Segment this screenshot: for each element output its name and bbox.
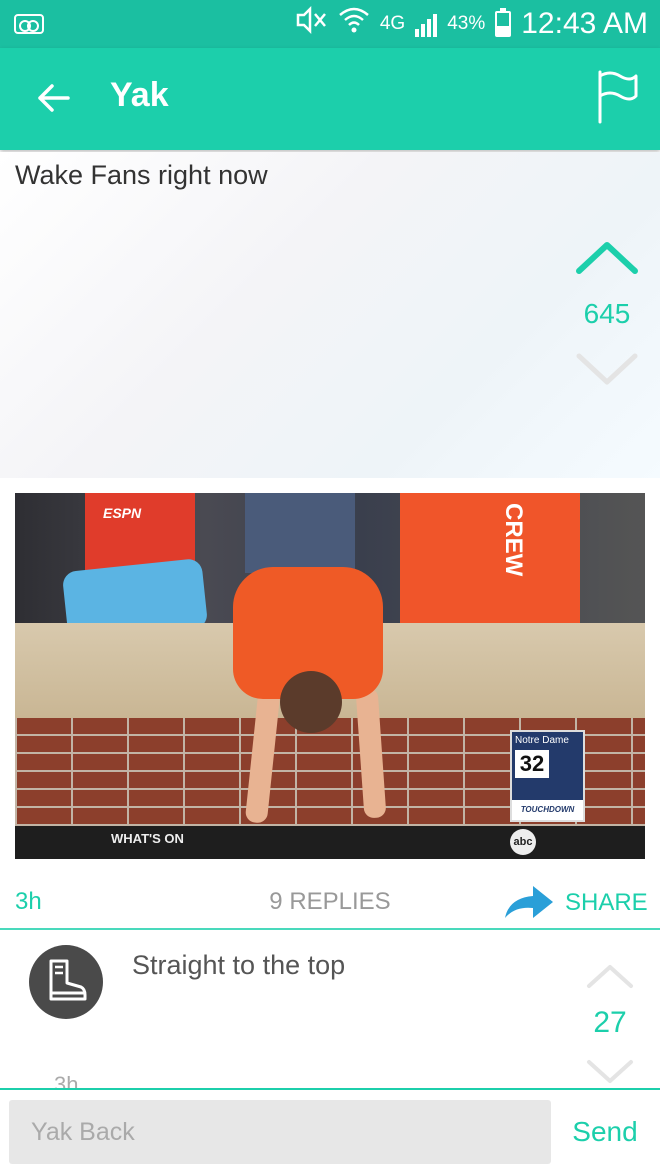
reply-time: 3h [54,1072,79,1088]
share-button[interactable]: SHARE [565,889,648,917]
flag-icon[interactable] [596,70,640,124]
upvote-icon[interactable] [575,237,639,277]
scorebox: Notre Dame 32 TOUCHDOWN [510,730,585,822]
mute-icon [294,5,328,43]
wifi-icon [338,5,370,43]
page-title: Yak [110,76,169,114]
scorebox-label: TOUCHDOWN [512,800,583,820]
reply-vote-count: 27 [593,1006,627,1039]
battery-charging-icon [495,8,512,37]
abc-logo: abc [510,829,536,855]
voicemail-icon [14,14,44,34]
yak-back-input[interactable] [9,1100,551,1164]
network-type: 4G [379,13,406,34]
send-button[interactable]: Send [560,1100,650,1164]
status-icons: 4G 43% 12:43 AM [294,5,648,43]
crew-shirt-text: CREW [500,503,527,577]
whats-on-label: WHAT'S ON [111,831,184,846]
downvote-icon[interactable] [586,1058,634,1086]
image-fan [400,493,580,628]
divider [0,928,660,930]
app-bar: Yak [0,48,660,150]
post-image[interactable]: ESPN CREW Notre Dame 32 TOUCHDOWN WHAT'S… [15,493,645,859]
clock: 12:43 AM [521,7,648,40]
share-icon[interactable] [503,884,555,920]
battery-percent: 43% [447,13,486,34]
post-time: 3h [15,888,42,915]
espn-logo: ESPN [103,505,142,521]
signal-icon [415,11,438,37]
boot-icon [49,959,87,1001]
post-vote-count: 645 [583,298,631,329]
scorebox-team: Notre Dame [515,735,569,746]
image-fan [245,493,355,573]
scorebox-score: 32 [515,750,549,778]
arrow-left-icon[interactable] [34,78,74,118]
downvote-icon[interactable] [575,350,639,390]
broadcast-strip [15,826,645,859]
avatar [29,945,103,1019]
image-fan-head [280,671,342,733]
replies-count: 9 REPLIES [269,888,391,915]
post-text: Wake Fans right now [15,160,268,190]
post-card [0,152,660,478]
reply-text: Straight to the top [132,950,346,980]
status-bar: 4G 43% 12:43 AM [0,0,660,48]
upvote-icon[interactable] [586,962,634,990]
